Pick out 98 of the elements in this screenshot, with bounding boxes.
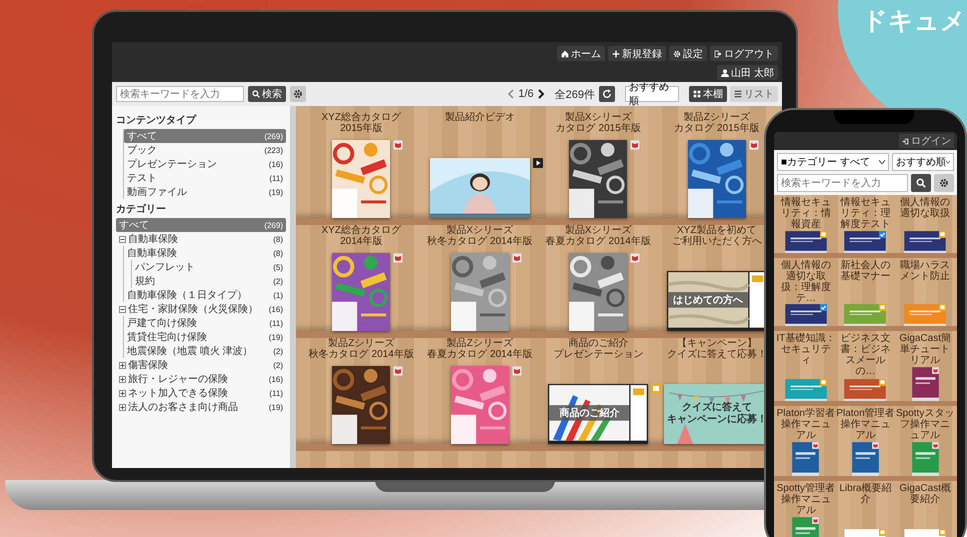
category-item[interactable]: 傷害保険 (2)	[116, 358, 286, 372]
category-item[interactable]: 自動車保険（１日タイプ） (1)	[124, 288, 286, 302]
slide-text: キャンペーンに応募！	[666, 414, 767, 426]
item-title: プレゼンテーション	[553, 349, 644, 360]
view-toggle[interactable]: リスト	[730, 86, 778, 102]
item-title: 秋冬カタログ 2014年版	[427, 236, 532, 247]
content-type-item[interactable]: テスト (11)	[124, 171, 286, 185]
item-title: 2015年版	[340, 123, 382, 134]
category-select[interactable]: ■カテゴリー すべて	[777, 153, 889, 171]
item-title: ビジネス文書：ビジネスメールの…	[839, 333, 892, 377]
item-title: 春夏カタログ 2014年版	[427, 349, 532, 360]
item-count: (8)	[272, 234, 283, 244]
item-count: (8)	[272, 248, 283, 258]
item-title: 製品紹介ビデオ	[444, 112, 515, 123]
item-count: (5)	[272, 262, 283, 272]
category-item[interactable]: 戸建て向け保険 (11)	[124, 316, 286, 330]
category-item[interactable]: 自動車保険 (8)	[116, 232, 286, 246]
item-title: 情報セキュリティ：理解度テスト	[839, 197, 892, 231]
content-type-item[interactable]: すべて (269)	[124, 129, 286, 143]
content-type-item[interactable]: 動画ファイル (19)	[124, 185, 286, 199]
header-button[interactable]: ログアウト	[710, 46, 778, 61]
item-title: IT基礎知識：セキュリティ	[776, 333, 836, 367]
category-item[interactable]: 地震保険（地震 噴火 津波） (2)	[124, 344, 286, 358]
content-type-item[interactable]: ブック (223)	[124, 143, 286, 157]
item-title: カタログ 2015年版	[674, 123, 760, 134]
slide-text: はじめての方へ	[672, 295, 743, 307]
item-title: 秋冬カタログ 2014年版	[308, 349, 414, 360]
category-item[interactable]: 自動車保険 (8)	[124, 246, 286, 260]
item-count: (2)	[272, 276, 283, 286]
item-title: Spottyスタッフ操作マニュアル	[895, 408, 955, 442]
item-title: 【キャンペーン】	[676, 338, 757, 349]
item-count: (16)	[268, 374, 283, 384]
header-button[interactable]: 新規登録	[608, 46, 666, 61]
item-title: ご利用いただく方へ	[672, 236, 762, 247]
item-title: GigaCast簡単チュートリアル	[898, 333, 952, 367]
item-count: (1)	[272, 290, 283, 300]
user-button[interactable]: 山田 太郎	[717, 65, 778, 80]
category-item[interactable]: 法人のお客さま向け商品 (19)	[116, 400, 286, 414]
category-item[interactable]: すべて (269)	[116, 218, 286, 232]
item-title: XYZ総合カタログ	[322, 112, 401, 123]
search-button[interactable]: 検索	[248, 86, 286, 102]
item-title: 製品Xシリーズ	[446, 225, 514, 236]
item-title: 個人情報の適切な取扱：理解度テ…	[780, 260, 832, 304]
total-count: 全269件	[554, 88, 595, 102]
slide-text: 商品のご紹介	[559, 408, 620, 420]
item-count: (16)	[268, 304, 283, 314]
category-item[interactable]: ネット加入できる保険 (11)	[116, 386, 286, 400]
header-button[interactable]: 設定	[669, 46, 707, 61]
item-title: 職場ハラスメント防止	[899, 260, 952, 284]
item-title: 商品のご紹介	[568, 338, 628, 349]
item-title: Spotty管理者操作マニュアル	[776, 483, 836, 517]
sort-select[interactable]: おすすめ順	[892, 153, 954, 171]
slide-text: クイズに答えて	[682, 402, 752, 413]
search-field[interactable]: 検索キーワードを入力	[116, 86, 244, 102]
search-field[interactable]: 検索キーワードを入力	[777, 174, 908, 192]
item-count: (223)	[263, 146, 283, 154]
item-title: Platon管理者操作マニュアル	[836, 408, 896, 442]
item-title: 製品Zシリーズ	[328, 338, 394, 349]
category-item[interactable]: 旅行・レジャーの保険 (16)	[116, 372, 286, 386]
item-title: カタログ 2015年版	[556, 123, 641, 134]
item-title: 2014年版	[340, 236, 382, 247]
item-title: Libra概要紹介	[838, 483, 893, 507]
item-title: 春夏カタログ 2014年版	[546, 236, 651, 247]
item-count: (19)	[268, 402, 283, 412]
section-title: カテゴリー	[116, 202, 167, 216]
item-count: (269)	[263, 132, 283, 140]
item-count: (269)	[263, 220, 283, 230]
item-title: 製品Xシリーズ	[564, 112, 632, 123]
item-count: (2)	[272, 360, 283, 370]
item-title: クイズに答えて応募！	[666, 349, 767, 360]
item-title: 製品Xシリーズ	[564, 225, 632, 236]
item-title: Platon学習者操作マニュアル	[776, 408, 836, 442]
category-item[interactable]: 賃貸住宅向け保険 (19)	[124, 330, 286, 344]
category-item[interactable]: 規約 (2)	[132, 274, 286, 288]
item-title: GigaCast概要紹介	[898, 483, 952, 507]
item-title: XYZ製品を初めて	[677, 225, 756, 236]
page-indicator: 1/6	[518, 88, 534, 100]
section-title: コンテンツタイプ	[116, 113, 198, 127]
item-title: 情報セキュリティ：情報資産	[780, 197, 832, 231]
category-item[interactable]: 住宅・家財保険（火災保険） (16)	[116, 302, 286, 316]
category-item[interactable]: パンフレット (5)	[132, 260, 286, 274]
item-title: 個人情報の適切な取扱	[899, 197, 952, 221]
content-type-item[interactable]: プレゼンテーション (16)	[124, 157, 286, 171]
item-count: (19)	[268, 332, 283, 342]
view-toggle[interactable]: 本棚	[689, 86, 727, 102]
login-button[interactable]: ログイン	[899, 134, 954, 148]
item-title: 製品Zシリーズ	[684, 112, 750, 123]
header-button[interactable]: ホーム	[557, 46, 605, 61]
item-title: XYZ総合カタログ	[322, 225, 401, 236]
item-count: (11)	[268, 318, 283, 328]
banner-text: ドキュメ	[862, 6, 966, 37]
item-title: 製品Zシリーズ	[446, 338, 513, 349]
item-title: 新社会人の基礎マナー	[839, 260, 892, 284]
item-count: (16)	[268, 160, 283, 168]
item-count: (11)	[268, 174, 283, 182]
item-count: (19)	[268, 188, 283, 196]
item-count: (11)	[268, 388, 283, 398]
item-count: (2)	[272, 346, 283, 356]
